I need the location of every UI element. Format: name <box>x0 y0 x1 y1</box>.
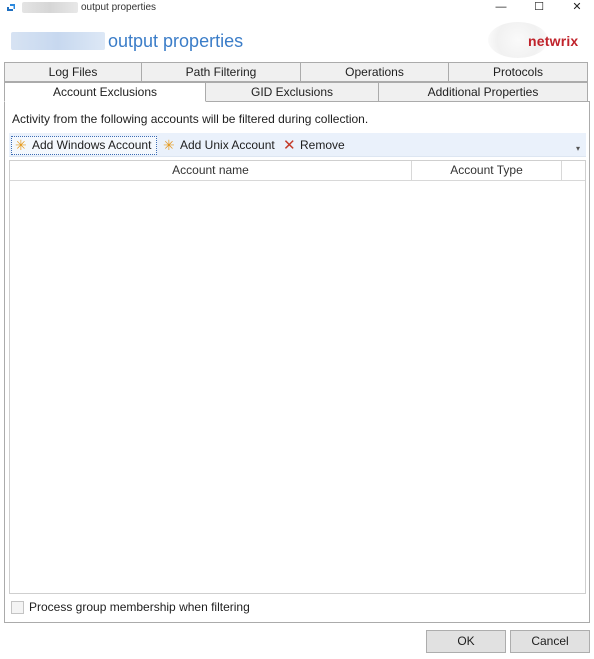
netwrix-logo: netwrix <box>528 33 579 49</box>
ok-button[interactable]: OK <box>426 630 506 653</box>
add-windows-account-label: Add Windows Account <box>32 138 152 152</box>
dialog-heading: output properties <box>108 31 244 51</box>
add-star-icon: ✳ <box>163 137 175 153</box>
tab-operations[interactable]: Operations <box>300 62 449 82</box>
toolbar-overflow-icon[interactable]: ▾ <box>576 145 580 153</box>
tab-additional-properties[interactable]: Additional Properties <box>378 82 588 102</box>
close-icon[interactable]: ✕ <box>558 0 594 16</box>
table-header: Account name Account Type <box>10 161 585 181</box>
minimize-icon[interactable]: — <box>482 0 520 16</box>
column-header-account-name[interactable]: Account name <box>10 161 412 181</box>
column-header-account-type[interactable]: Account Type <box>412 161 562 181</box>
remove-button[interactable]: ✕ Remove <box>279 136 349 155</box>
process-group-membership-checkbox[interactable] <box>11 601 24 614</box>
redacted-title-prefix <box>22 2 78 13</box>
cancel-button[interactable]: Cancel <box>510 630 590 653</box>
description-text: Activity from the following accounts wil… <box>12 112 369 126</box>
redacted-header-prefix <box>11 32 105 50</box>
window-title: output properties <box>81 2 157 13</box>
add-star-icon: ✳ <box>15 137 27 153</box>
window-titlebar: output properties — ☐ ✕ <box>0 0 594 16</box>
tab-protocols[interactable]: Protocols <box>448 62 588 82</box>
add-unix-account-button[interactable]: ✳ Add Unix Account <box>159 136 279 155</box>
accounts-table[interactable]: Account name Account Type <box>9 160 586 594</box>
tab-log-files[interactable]: Log Files <box>4 62 142 82</box>
add-unix-account-label: Add Unix Account <box>180 138 275 152</box>
tab-gid-exclusions[interactable]: GID Exclusions <box>205 82 379 102</box>
add-windows-account-button[interactable]: ✳ Add Windows Account <box>11 136 157 155</box>
process-group-membership-label: Process group membership when filtering <box>29 600 250 614</box>
tab-path-filtering[interactable]: Path Filtering <box>141 62 301 82</box>
app-icon <box>7 4 15 11</box>
remove-x-icon: ✕ <box>283 137 296 154</box>
remove-label: Remove <box>300 138 345 152</box>
tab-account-exclusions[interactable]: Account Exclusions <box>4 82 206 102</box>
maximize-icon[interactable]: ☐ <box>520 0 558 16</box>
